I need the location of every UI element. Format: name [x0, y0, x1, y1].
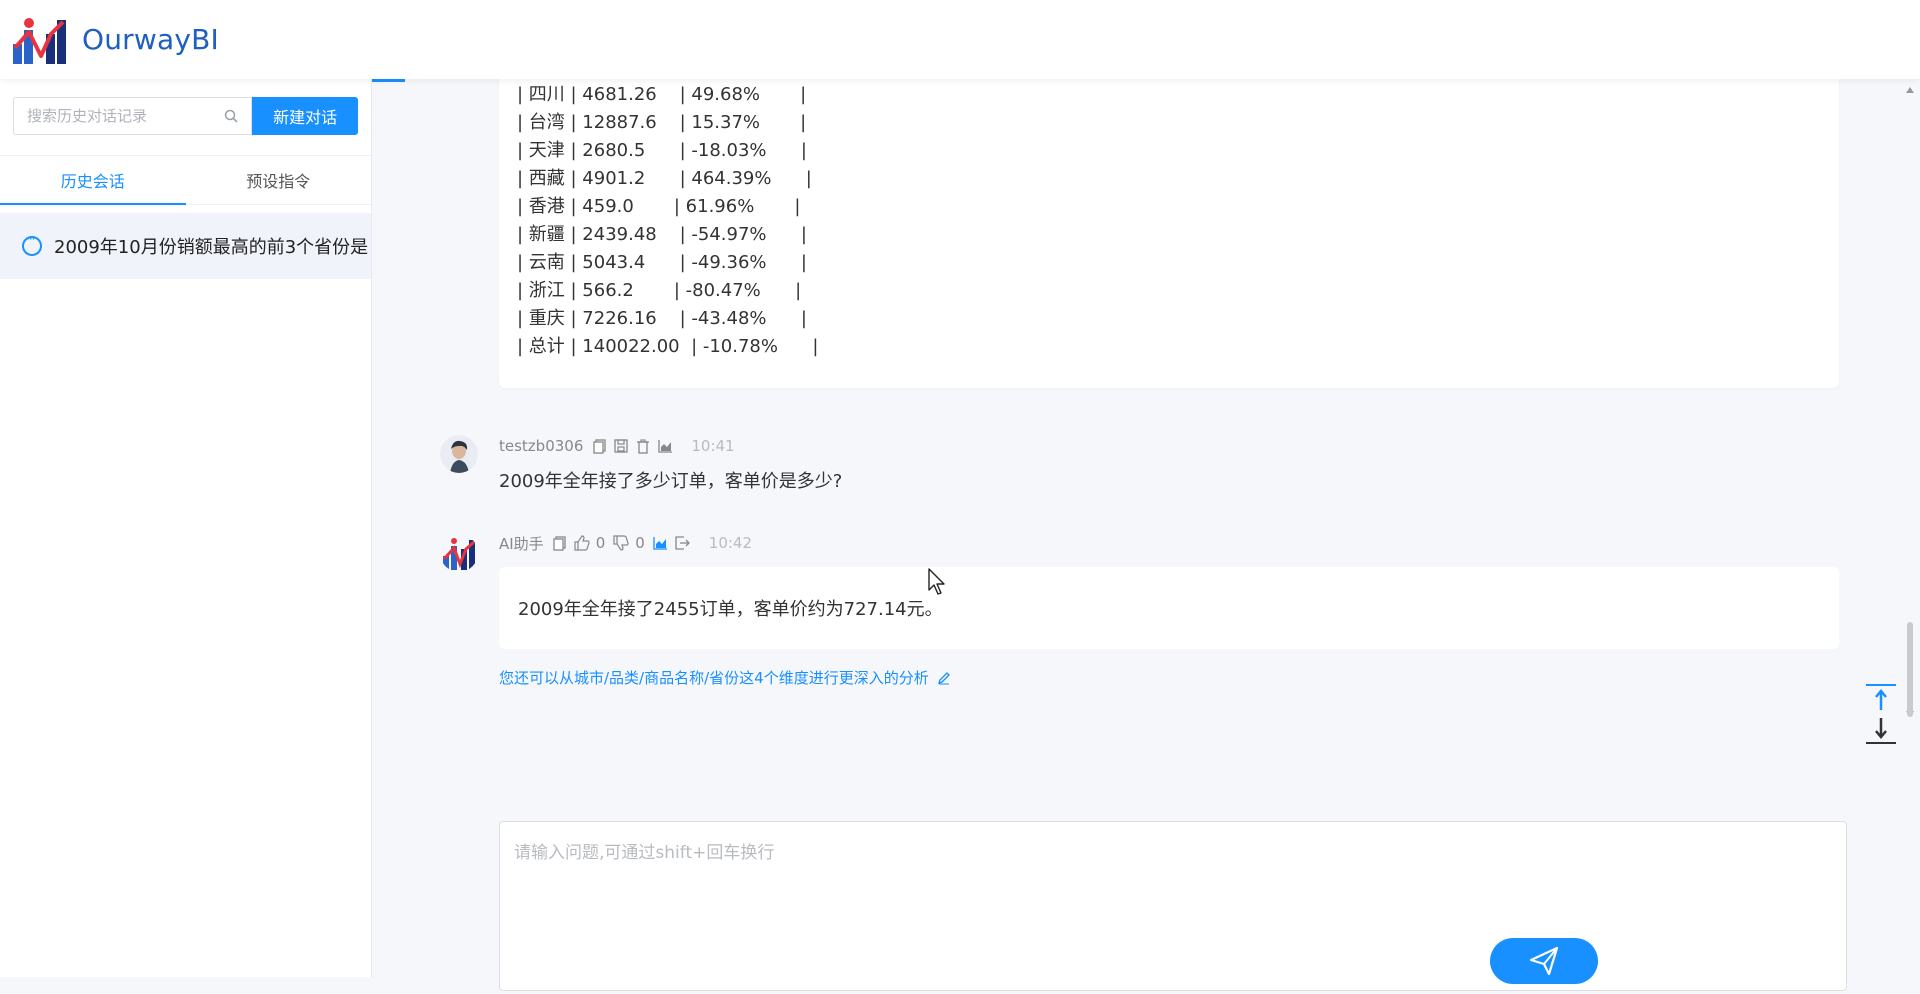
logo-text: OurwayBI [82, 23, 219, 56]
table-row: | 香港 | 459.0 | 61.96% | [517, 196, 801, 217]
user-message: testzb0306 10:41 2009年全年接了多少订单，客单价是多少? [440, 435, 842, 493]
export-icon[interactable] [675, 535, 691, 551]
top-accent-bar [372, 79, 405, 82]
table-result-card: | 四川 | 4681.26 | 49.68% | | 台湾 | 12887.6… [499, 67, 1839, 388]
scrollbar-thumb[interactable] [1907, 622, 1913, 717]
scroll-to-top-button[interactable] [1864, 682, 1898, 714]
app-header: OurwayBI [0, 0, 1920, 79]
table-row: | 天津 | 2680.5 | -18.03% | [517, 140, 807, 161]
suggestion-text: 您还可以从城市/品类/商品名称/省份这4个维度进行更深入的分析 [499, 669, 929, 687]
table-row: | 四川 | 4681.26 | 49.68% | [517, 84, 807, 105]
table-row: | 总计 | 140022.00 | -10.78% | [517, 336, 819, 357]
user-message-time: 10:41 [691, 437, 735, 455]
question-input[interactable] [500, 822, 1846, 990]
user-avatar [440, 435, 478, 473]
ai-name: AI助手 [499, 534, 544, 553]
table-row: | 云南 | 5043.4 | -49.36% | [517, 252, 807, 273]
scroll-top-icon [1866, 684, 1896, 710]
ai-message-text: 2009年全年接了2455订单，客单价约为727.14元。 [518, 599, 943, 620]
table-row: | 台湾 | 12887.6 | 15.37% | [517, 112, 807, 133]
search-box [13, 97, 253, 135]
chart-icon[interactable] [657, 438, 673, 454]
question-input-box [499, 821, 1847, 991]
user-name: testzb0306 [499, 437, 584, 455]
scroll-to-bottom-button[interactable] [1864, 714, 1898, 746]
like-count: 0 [595, 534, 606, 552]
chat-main: | 四川 | 4681.26 | 49.68% | | 台湾 | 12887.6… [372, 67, 1920, 991]
ai-answer-card: 2009年全年接了2455订单，客单价约为727.14元。 [499, 567, 1839, 649]
table-row: | 西藏 | 4901.2 | 464.39% | [517, 168, 812, 189]
copy-icon[interactable] [552, 535, 568, 551]
thumbs-down-icon[interactable] [613, 535, 629, 551]
logo-mark-icon [13, 17, 66, 64]
search-icon[interactable] [224, 109, 238, 123]
ai-message-time: 10:42 [708, 534, 753, 552]
tab-preset-commands[interactable]: 预设指令 [186, 156, 372, 204]
new-chat-button[interactable]: 新建对话 [252, 97, 358, 135]
user-message-text: 2009年全年接了多少订单，客单价是多少? [499, 471, 843, 492]
send-plane-icon [1529, 946, 1559, 976]
ai-avatar [440, 534, 478, 572]
analysis-suggestion-link[interactable]: 您还可以从城市/品类/商品名称/省份这4个维度进行更深入的分析 [499, 667, 951, 688]
chat-scrollbar[interactable] [1906, 87, 1914, 717]
history-item[interactable]: 2009年10月份销额最高的前3个省份是 [0, 213, 371, 279]
table-row: | 浙江 | 566.2 | -80.47% | [517, 280, 802, 301]
history-item-title: 2009年10月份销额最高的前3个省份是 [54, 237, 369, 258]
user-message-body: testzb0306 10:41 2009年全年接了多少订单，客单价是多少? [499, 435, 842, 493]
delete-icon[interactable] [635, 438, 651, 454]
edit-pen-icon[interactable] [937, 671, 951, 685]
send-button[interactable] [1490, 938, 1598, 984]
user-message-header: testzb0306 10:41 [499, 435, 842, 457]
search-row: 新建对话 [0, 79, 371, 135]
scroll-controls [1864, 682, 1898, 746]
copy-icon[interactable] [591, 438, 607, 454]
chat-bubble-icon [22, 232, 42, 256]
logo[interactable]: OurwayBI [13, 14, 219, 66]
table-row: | 重庆 | 7226.16 | -43.48% | [517, 308, 807, 329]
ai-message-header: AI助手 0 0 10:42 [499, 532, 752, 554]
chart-icon[interactable] [653, 535, 669, 551]
scroll-bottom-icon [1866, 718, 1896, 744]
search-history-input[interactable] [27, 107, 217, 125]
sidebar-tabs: 历史会话 预设指令 [0, 155, 371, 205]
tab-history[interactable]: 历史会话 [0, 156, 186, 205]
save-icon[interactable] [613, 438, 629, 454]
sidebar: 新建对话 历史会话 预设指令 2009年10月份销额最高的前3个省份是 [0, 79, 372, 977]
dislike-count: 0 [635, 534, 645, 552]
thumbs-up-icon[interactable] [574, 535, 590, 551]
table-row: | 新疆 | 2439.48 | -54.97% | [517, 224, 807, 245]
mouse-cursor-icon [928, 568, 945, 595]
